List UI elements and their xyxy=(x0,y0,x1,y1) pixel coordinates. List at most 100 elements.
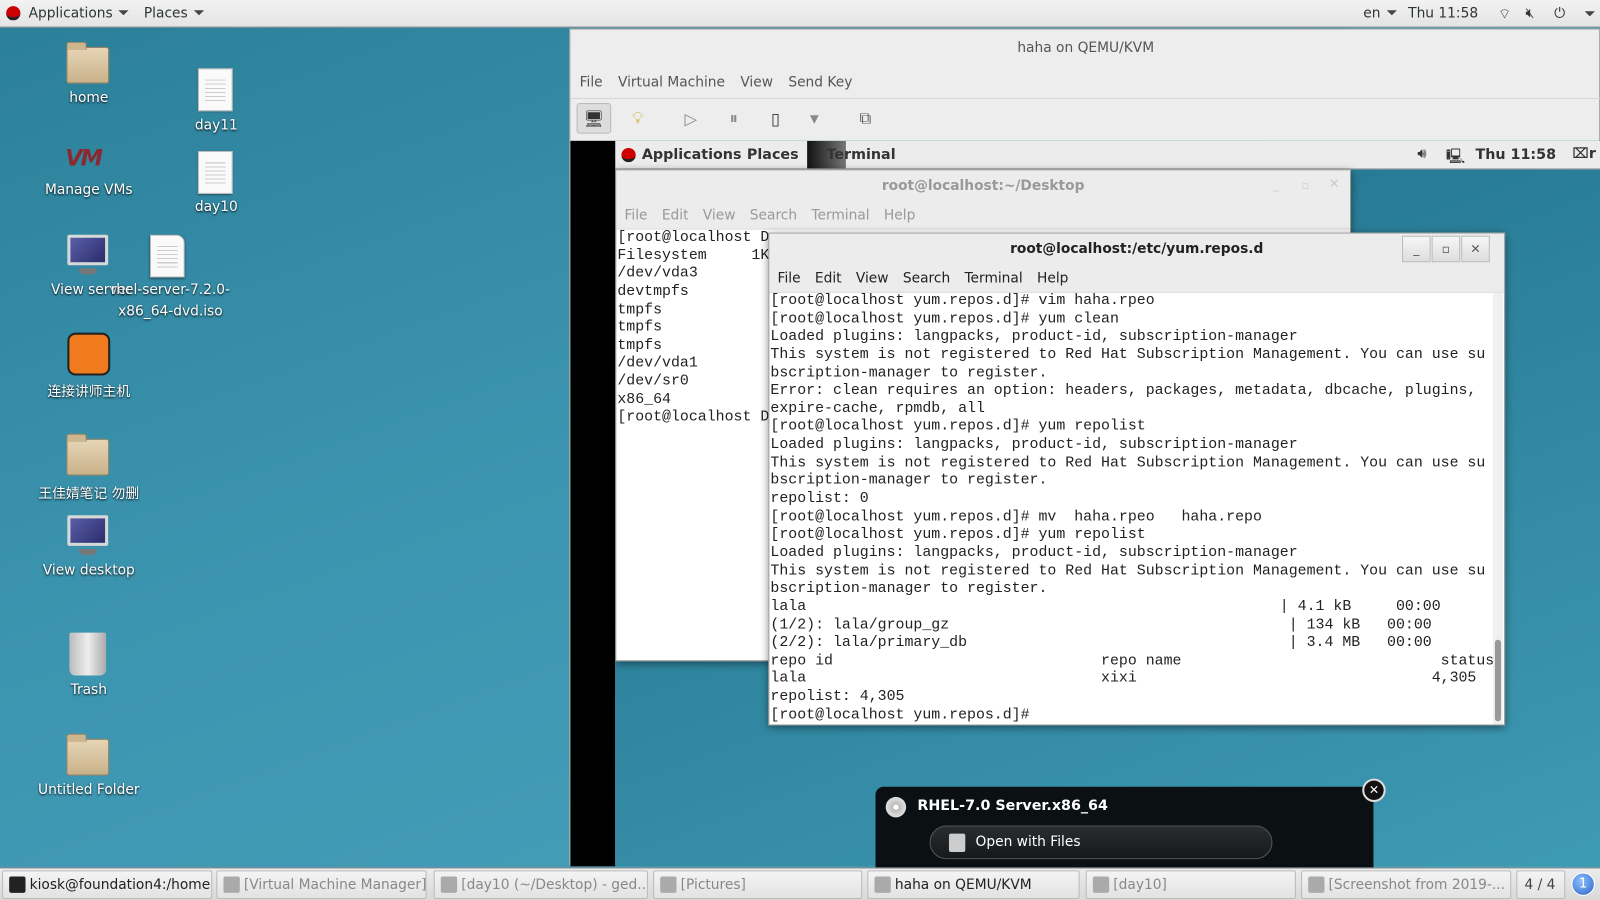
close-button[interactable]: ✕ xyxy=(1461,235,1490,263)
open-with-files-button[interactable]: Open with Files xyxy=(929,825,1273,860)
monitor-icon xyxy=(67,515,109,556)
places-menu[interactable]: Places xyxy=(144,5,205,21)
terminal-line: /dev/vda1 xyxy=(617,355,698,372)
vm-menubar: File Virtual Machine View Send Key xyxy=(580,74,868,90)
power-icon[interactable]: ⏻ xyxy=(1554,5,1565,21)
taskbar: 4 / 4 1 kiosk@foundation4:/home... [Virtu… xyxy=(0,867,1600,900)
desktop: Applications Places en Thu 11:58 ⌔ 🔇︎ ⏻ … xyxy=(0,0,1600,900)
vm-viewer-window: haha on QEMU/KVM File Virtual Machine View… xyxy=(569,28,1600,867)
menu-edit[interactable]: Edit xyxy=(815,270,842,286)
back-terminal-output[interactable]: [root@localhost D Filesystem 1K/dev/vda3 d… xyxy=(617,230,769,428)
guest-clock[interactable]: Thu 11:58 xyxy=(1475,147,1556,163)
menu-view[interactable]: View xyxy=(740,74,773,90)
close-button[interactable]: ✕ xyxy=(1329,177,1340,192)
terminal-line: [root@localhost yum.repos.d]# xyxy=(770,706,1030,724)
message-tray-badge[interactable]: 1 xyxy=(1571,872,1595,896)
taskbar-item[interactable]: kiosk@foundation4:/home... xyxy=(2,870,213,899)
menu-view[interactable]: View xyxy=(856,270,889,286)
dvd-icon xyxy=(885,796,907,818)
details-bulb-button[interactable]: 💡︎ xyxy=(620,103,655,134)
taskbar-item-label: haha on QEMU/KVM xyxy=(894,876,1032,893)
window-title: haha on QEMU/KVM xyxy=(1017,39,1155,57)
vm-display-border xyxy=(570,140,616,867)
applications-menu[interactable]: Applications xyxy=(29,5,130,21)
wifi-icon[interactable]: ⌔ xyxy=(1498,5,1511,22)
terminal-line: This system is not registered to Red Hat… xyxy=(770,454,1486,472)
front-terminal-window[interactable]: root@localhost:/etc/yum.repos.d _ ▫ ✕ Fi… xyxy=(768,232,1506,726)
guest-volume-icon[interactable]: 🔊︎ xyxy=(1417,146,1426,162)
scrollbar-thumb[interactable] xyxy=(1494,639,1502,722)
terminal-line: lala | 4.1 kB 00:00 xyxy=(770,598,1441,616)
terminal-line: This system is not registered to Red Hat… xyxy=(770,346,1486,364)
menu-virtual-machine[interactable]: Virtual Machine xyxy=(618,74,725,90)
fullscreen-button[interactable]: ⧉ xyxy=(848,103,883,134)
terminal-line: Loaded plugins: langpacks, product-id, s… xyxy=(770,436,1298,454)
terminal-line: devtmpfs xyxy=(617,283,689,300)
guest-applications-menu[interactable]: Applications xyxy=(642,147,742,163)
taskbar-item[interactable]: [day10] xyxy=(1085,870,1296,899)
terminal-line: bscription-manager to register. xyxy=(770,364,1048,382)
terminal-line: [root@localhost yum.repos.d]# mv haha.rp… xyxy=(770,508,1262,526)
shutdown-dropdown-chevron-icon[interactable]: ▼ xyxy=(797,103,832,134)
terminal-line: [root@localhost D xyxy=(617,229,770,246)
notification-close-icon[interactable]: ✕ xyxy=(1362,778,1386,803)
menu-file[interactable]: File xyxy=(580,74,603,90)
front-terminal-menubar: File Edit View Search Terminal Help xyxy=(769,270,1505,293)
terminal-line: repo id repo name status xyxy=(770,652,1495,670)
menu-help[interactable]: Help xyxy=(884,207,915,223)
taskbar-item-label: kiosk@foundation4:/home... xyxy=(29,876,213,893)
guest-user-menu[interactable]: ⌧r xyxy=(1572,146,1596,162)
media-notification: RHEL-7.0 Server.x86_64 Open with Files xyxy=(875,786,1374,869)
taskbar-item[interactable]: [Pictures] xyxy=(653,870,863,899)
menu-send-key[interactable]: Send Key xyxy=(788,74,852,90)
monitor-icon xyxy=(67,234,109,275)
menu-view[interactable]: View xyxy=(703,207,736,223)
console-button[interactable]: 🖥︎ xyxy=(576,103,612,134)
menu-file[interactable]: File xyxy=(624,207,647,223)
taskbar-item-label: [day10] xyxy=(1113,876,1167,893)
workspace-switcher[interactable]: 4 / 4 xyxy=(1516,870,1566,899)
terminal-line: bscription-manager to register. xyxy=(770,580,1048,598)
menu-search[interactable]: Search xyxy=(903,270,950,286)
language-indicator[interactable]: en xyxy=(1363,5,1397,21)
terminal-line: /dev/vda3 xyxy=(617,265,698,282)
menu-search[interactable]: Search xyxy=(750,207,797,223)
menu-file[interactable]: File xyxy=(778,270,801,286)
guest-display[interactable]: Applications Places Terminal 🔊︎ 🖳 Thu 11… xyxy=(615,140,1600,867)
shutdown-button[interactable]: ▯ xyxy=(758,103,793,134)
front-terminal-output[interactable]: [root@localhost yum.repos.d]# vim haha.r… xyxy=(770,293,1494,725)
minimize-button[interactable]: _ xyxy=(1402,235,1431,263)
taskbar-item[interactable]: [Virtual Machine Manager] xyxy=(216,870,427,899)
volume-muted-icon[interactable]: 🔇︎ xyxy=(1525,5,1534,21)
guest-terminal-menu[interactable]: Terminal xyxy=(827,147,896,163)
guest-places-menu[interactable]: Places xyxy=(747,147,799,163)
files-cabinet-icon xyxy=(948,833,966,853)
guest-network-disconnected-icon[interactable]: 🖳 xyxy=(1446,146,1465,170)
taskbar-item[interactable]: haha on QEMU/KVM xyxy=(867,870,1080,899)
menu-terminal[interactable]: Terminal xyxy=(811,207,869,223)
terminal-line: [root@localhost yum.repos.d]# yum repoli… xyxy=(770,526,1146,544)
maximize-button[interactable]: ▫ xyxy=(1431,235,1461,263)
taskbar-item[interactable]: [Screenshot from 2019-... xyxy=(1301,870,1512,899)
menu-terminal[interactable]: Terminal xyxy=(964,270,1022,286)
terminal-line: tmpfs xyxy=(617,319,663,336)
run-button[interactable]: ▷ xyxy=(673,103,708,134)
menu-help[interactable]: Help xyxy=(1037,270,1068,286)
front-terminal-title: root@localhost:/etc/yum.repos.d xyxy=(769,233,1505,271)
terminal-line: /dev/sr0 xyxy=(617,373,689,390)
minimize-button[interactable]: _ xyxy=(1273,179,1279,192)
menu-edit[interactable]: Edit xyxy=(662,207,689,223)
taskbar-item[interactable]: [day10 (~/Desktop) - ged... xyxy=(433,870,648,899)
vm-logo-icon: VM xyxy=(65,145,103,172)
terminal-scrollbar[interactable] xyxy=(1492,292,1504,725)
notification-title: RHEL-7.0 Server.x86_64 xyxy=(917,797,1108,815)
document-icon xyxy=(197,68,233,112)
document-icon xyxy=(197,151,233,194)
maximize-button[interactable]: ▫ xyxy=(1302,179,1310,192)
trash-icon xyxy=(69,632,107,676)
pause-button[interactable]: ⏸︎ xyxy=(716,103,751,134)
system-menu-chevron-icon[interactable] xyxy=(1579,6,1595,22)
terminal-line: This system is not registered to Red Hat… xyxy=(770,562,1486,580)
clock[interactable]: Thu 11:58 xyxy=(1408,5,1478,21)
terminal-line: tmpfs xyxy=(617,337,663,354)
